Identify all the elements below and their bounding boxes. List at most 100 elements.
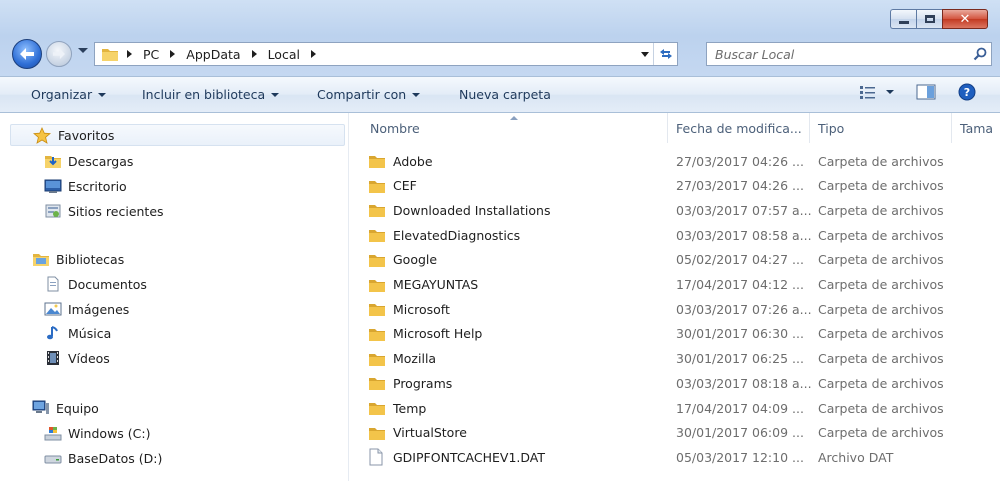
table-row[interactable]: Temp 17/04/2017 04:09 ... Carpeta de archi… xyxy=(350,396,1000,420)
folder-icon xyxy=(368,202,386,218)
file-name-cell[interactable]: ElevatedDiagnostics xyxy=(368,223,520,247)
breadcrumb-pc[interactable]: PC xyxy=(139,43,163,65)
pictures-icon xyxy=(44,301,62,317)
file-name-cell[interactable]: VirtualStore xyxy=(368,421,467,445)
star-icon xyxy=(33,126,51,144)
file-date-cell: 03/03/2017 07:26 a... xyxy=(676,301,812,317)
refresh-icon xyxy=(659,49,672,59)
preview-pane-button[interactable] xyxy=(916,84,936,100)
sidebar-item-escritorio[interactable]: Escritorio xyxy=(44,175,127,197)
table-row[interactable]: CEF 27/03/2017 04:26 ... Carpeta de archiv… xyxy=(350,174,1000,198)
column-header-type[interactable]: Tipo xyxy=(810,113,952,143)
maximize-button[interactable] xyxy=(916,9,942,29)
file-name: Google xyxy=(393,252,438,268)
column-header-size[interactable]: Tama xyxy=(952,113,1000,143)
breadcrumb-separator[interactable] xyxy=(310,50,316,58)
table-row[interactable]: GDIPFONTCACHEV1.DAT 05/03/2017 12:10 ... A… xyxy=(350,445,1000,469)
address-bar[interactable]: PC AppData Local xyxy=(94,42,678,66)
table-row[interactable]: Google 05/02/2017 04:27 ... Carpeta de arc… xyxy=(350,248,1000,272)
sidebar-item-label: Documentos xyxy=(68,276,147,292)
file-name-cell[interactable]: MEGAYUNTAS xyxy=(368,273,478,297)
folder-icon xyxy=(368,326,386,342)
file-name-cell[interactable]: Microsoft Help xyxy=(368,322,482,346)
help-button[interactable]: ? xyxy=(958,83,976,101)
breadcrumb-local[interactable]: Local xyxy=(264,43,304,65)
caption-buttons: ✕ xyxy=(890,9,988,29)
file-date-cell: 27/03/2017 04:26 ... xyxy=(676,153,804,169)
table-row[interactable]: ElevatedDiagnostics 03/03/2017 08:58 a...… xyxy=(350,223,1000,247)
file-name-cell[interactable]: GDIPFONTCACHEV1.DAT xyxy=(368,445,545,469)
close-button[interactable]: ✕ xyxy=(942,9,988,29)
folder-icon xyxy=(368,252,386,268)
help-icon: ? xyxy=(958,83,976,101)
file-name-cell[interactable]: Temp xyxy=(368,396,426,420)
table-row[interactable]: Programs 03/03/2017 08:18 a... Carpeta de … xyxy=(350,371,1000,395)
file-name-cell[interactable]: Downloaded Installations xyxy=(368,198,550,222)
sidebar-item-sitios-recientes[interactable]: Sitios recientes xyxy=(44,200,164,222)
table-row[interactable]: Adobe 27/03/2017 04:26 ... Carpeta de arch… xyxy=(350,149,1000,173)
organize-button[interactable]: Organizar xyxy=(31,87,107,102)
table-row[interactable]: Downloaded Installations 03/03/2017 07:57… xyxy=(350,198,1000,222)
sidebar-item-windows-c[interactable]: Windows (C:) xyxy=(44,422,150,444)
file-type-cell: Carpeta de archivos xyxy=(818,375,944,391)
folder-icon xyxy=(368,153,386,169)
sidebar-item-descargas[interactable]: Descargas xyxy=(44,150,133,172)
file-name-cell[interactable]: CEF xyxy=(368,174,417,198)
computer-icon xyxy=(32,400,50,416)
sidebar-item-basedatos-d[interactable]: BaseDatos (D:) xyxy=(44,447,162,469)
chevron-down-icon xyxy=(98,93,107,97)
table-row[interactable]: Microsoft Help 30/01/2017 06:30 ... Carpet… xyxy=(350,322,1000,346)
column-header-label: Tipo xyxy=(818,120,845,136)
share-with-label: Compartir con xyxy=(317,87,407,102)
folder-icon xyxy=(368,425,386,441)
search-box[interactable] xyxy=(706,42,992,66)
sidebar-header-label: Favoritos xyxy=(58,127,115,143)
column-header-name[interactable]: Nombre xyxy=(362,113,668,143)
change-view-button[interactable] xyxy=(859,85,894,99)
file-name-cell[interactable]: Mozilla xyxy=(368,347,436,371)
navigation-pane: Favoritos Descargas Escritorio Sitios re… xyxy=(0,113,349,481)
file-name-cell[interactable]: Microsoft xyxy=(368,297,450,321)
sidebar-header-libraries[interactable]: Bibliotecas xyxy=(32,248,124,270)
breadcrumb-separator[interactable] xyxy=(251,50,257,58)
sidebar-header-computer[interactable]: Equipo xyxy=(32,397,99,419)
address-dropdown-icon[interactable] xyxy=(641,52,649,57)
table-row[interactable]: Mozilla 30/01/2017 06:25 ... Carpeta de ar… xyxy=(350,347,1000,371)
back-button[interactable] xyxy=(12,39,42,69)
file-name-cell[interactable]: Google xyxy=(368,248,437,272)
arrow-left-icon xyxy=(20,48,34,60)
search-icon[interactable] xyxy=(969,47,991,61)
sidebar-header-label: Equipo xyxy=(56,400,99,416)
sidebar-item-musica[interactable]: Música xyxy=(44,322,111,344)
breadcrumb-separator[interactable] xyxy=(170,50,176,58)
sidebar-header-favorites[interactable]: Favoritos xyxy=(10,124,345,146)
share-with-button[interactable]: Compartir con xyxy=(317,87,421,102)
file-type-cell: Carpeta de archivos xyxy=(818,326,944,342)
file-name: VirtualStore xyxy=(393,425,467,441)
sidebar-item-videos[interactable]: Vídeos xyxy=(44,347,110,369)
table-row[interactable]: MEGAYUNTAS 17/04/2017 04:12 ... Carpeta de… xyxy=(350,273,1000,297)
include-library-button[interactable]: Incluir en biblioteca xyxy=(142,87,280,102)
file-name-cell[interactable]: Adobe xyxy=(368,149,433,173)
sidebar-item-documentos[interactable]: Documentos xyxy=(44,273,147,295)
view-controls: ? xyxy=(859,83,976,101)
refresh-button[interactable] xyxy=(653,43,677,65)
new-folder-label: Nueva carpeta xyxy=(459,87,551,102)
minimize-button[interactable] xyxy=(890,9,916,29)
file-date-cell: 30/01/2017 06:25 ... xyxy=(676,351,804,367)
new-folder-button[interactable]: Nueva carpeta xyxy=(459,87,551,102)
sidebar-item-imagenes[interactable]: Imágenes xyxy=(44,298,129,320)
breadcrumb-separator[interactable] xyxy=(127,50,132,58)
file-name: Downloaded Installations xyxy=(393,202,551,218)
search-input[interactable] xyxy=(707,46,969,62)
file-name-cell[interactable]: Programs xyxy=(368,371,452,395)
table-row[interactable]: Microsoft 03/03/2017 07:26 a... Carpeta de… xyxy=(350,297,1000,321)
file-type-cell: Carpeta de archivos xyxy=(818,227,944,243)
forward-button[interactable] xyxy=(46,41,72,67)
breadcrumb-appdata[interactable]: AppData xyxy=(182,43,244,65)
file-type-cell: Archivo DAT xyxy=(818,449,894,465)
table-row[interactable]: VirtualStore 30/01/2017 06:09 ... Carpeta … xyxy=(350,421,1000,445)
column-header-label: Fecha de modifica... xyxy=(676,120,802,136)
recent-pages-dropdown[interactable] xyxy=(78,48,88,53)
column-header-date[interactable]: Fecha de modifica... xyxy=(668,113,810,143)
